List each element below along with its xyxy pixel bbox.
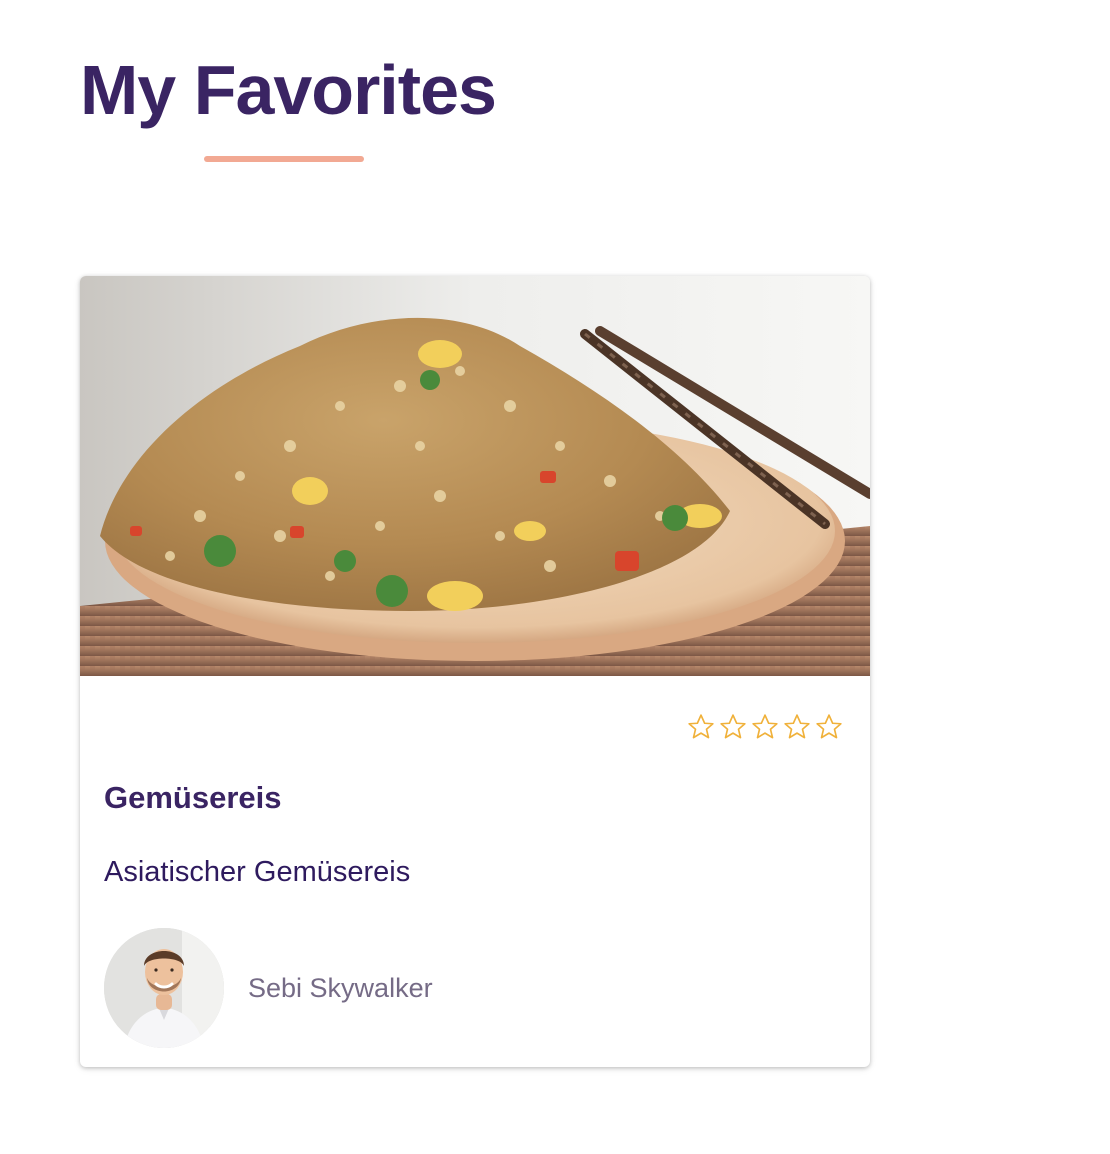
- star-icon[interactable]: [750, 712, 780, 742]
- star-icon[interactable]: [718, 712, 748, 742]
- avatar[interactable]: [104, 928, 224, 1048]
- star-rating[interactable]: [686, 712, 844, 742]
- recipe-title[interactable]: Gemüsereis: [104, 778, 282, 818]
- author-name[interactable]: Sebi Skywalker: [248, 971, 433, 1005]
- recipe-description: Asiatischer Gemüsereis: [104, 856, 411, 888]
- star-icon[interactable]: [782, 712, 812, 742]
- author[interactable]: Sebi Skywalker: [104, 928, 433, 1048]
- title-underline: [204, 156, 364, 162]
- page-title: My Favorites: [80, 51, 497, 129]
- recipe-image[interactable]: [80, 276, 870, 676]
- favorites-page: My Favorites Gemüsereis Asiatischer Gemü…: [0, 0, 1110, 1154]
- star-icon[interactable]: [686, 712, 716, 742]
- star-icon[interactable]: [814, 712, 844, 742]
- recipe-card[interactable]: Gemüsereis Asiatischer Gemüsereis Sebi S…: [80, 276, 870, 1067]
